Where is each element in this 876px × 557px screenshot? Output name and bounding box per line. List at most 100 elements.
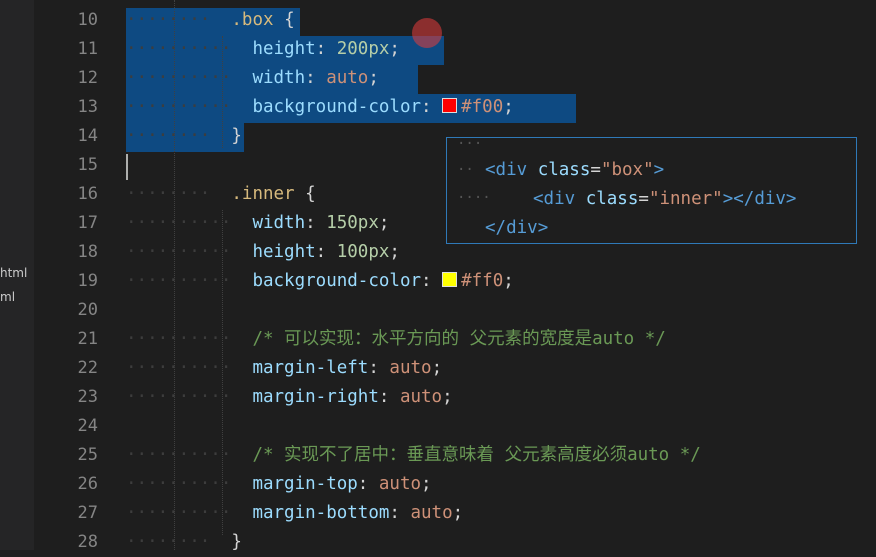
attr-name: class [537, 160, 591, 180]
semicolon: ; [389, 39, 400, 59]
code-line-18[interactable]: ·········· height: 100px; [126, 238, 400, 267]
code-comment: /* 实现不了居中：垂直意味着 父元素高度必须auto */ [252, 445, 701, 465]
css-property: margin-right [252, 387, 379, 407]
line-number: 12 [77, 68, 98, 88]
css-value: auto [326, 68, 369, 88]
css-value: 200px [336, 39, 390, 59]
popup-line-3: </div> [485, 214, 548, 243]
css-value: auto [399, 387, 443, 407]
color-swatch-red-icon[interactable] [442, 98, 458, 113]
line-number: 11 [77, 39, 98, 59]
tag-bracket: </ [485, 218, 507, 238]
semicolon: ; [503, 97, 514, 117]
tag-bracket: > [537, 218, 549, 238]
line-number: 14 [77, 126, 98, 146]
css-property: background-color [252, 271, 422, 291]
tag-name: div [543, 189, 576, 209]
sidebar-file-item[interactable]: ml [0, 290, 15, 304]
css-property: width [252, 68, 306, 88]
css-value: #f00 [461, 97, 504, 117]
css-property: height [252, 242, 316, 262]
tag-bracket: > [653, 160, 665, 180]
tag-bracket: > [785, 189, 797, 209]
line-number: 23 [77, 387, 98, 407]
attr-value: "inner" [648, 189, 723, 209]
code-line-11[interactable]: ·········· height: 200px; [126, 35, 400, 64]
semicolon: ; [503, 271, 514, 291]
colon: : [378, 387, 400, 407]
css-property: margin-left [252, 358, 369, 378]
colon: : [315, 242, 337, 262]
tag-name: div [506, 218, 538, 238]
code-comment: /* 可以实现：水平方向的 父元素的宽度是auto */ [252, 329, 666, 349]
attr-equals: = [590, 160, 601, 180]
css-value: 150px [326, 213, 379, 233]
colon: : [421, 271, 443, 291]
line-number: 27 [77, 503, 98, 523]
css-property: margin-bottom [252, 503, 390, 523]
colon: : [389, 503, 411, 523]
colon: : [305, 68, 327, 88]
line-number: 13 [77, 97, 98, 117]
html-preview-popup: <div class="box"> <div class="inner"></d… [446, 136, 857, 244]
code-line-17[interactable]: ·········· width: 150px; [126, 209, 389, 238]
css-selector: .inner [231, 184, 295, 204]
code-line-21[interactable]: ·········· /* 可以实现：水平方向的 父元素的宽度是auto */ [126, 325, 666, 354]
semicolon: ; [368, 68, 379, 88]
colon: : [368, 358, 390, 378]
tag-bracket: < [533, 189, 544, 209]
popup-line-2: <div class="inner"></div> [533, 185, 796, 214]
line-number: 28 [77, 532, 98, 552]
semicolon: ; [421, 474, 432, 494]
explorer-sidebar: html ml [0, 0, 34, 550]
popup-dots: ·· [457, 162, 474, 178]
code-line-13[interactable]: ·········· background-color: #f00; [126, 93, 514, 122]
attr-name: class [585, 189, 639, 209]
css-value: #ff0 [461, 271, 504, 291]
attr-value: "box" [600, 160, 654, 180]
line-number: 21 [77, 329, 98, 349]
line-number: 19 [77, 271, 98, 291]
code-line-28[interactable]: ········ } [126, 528, 242, 557]
line-number: 10 [77, 10, 98, 30]
code-line-26[interactable]: ·········· margin-top: auto; [126, 470, 432, 499]
code-line-19[interactable]: ·········· background-color: #ff0; [126, 267, 514, 296]
color-swatch-yellow-icon[interactable] [442, 272, 458, 287]
code-line-27[interactable]: ·········· margin-bottom: auto; [126, 499, 463, 528]
colon: : [315, 39, 337, 59]
tag-bracket: ></ [722, 189, 755, 209]
code-line-12[interactable]: ·········· width: auto; [126, 64, 379, 93]
semicolon: ; [452, 503, 464, 523]
popup-dots: ···· [457, 190, 491, 206]
sidebar-file-item[interactable]: html [0, 266, 27, 280]
closing-brace: } [231, 532, 242, 552]
css-value: 100px [336, 242, 390, 262]
line-number: 24 [77, 416, 98, 436]
line-number: 18 [77, 242, 98, 262]
code-line-14[interactable]: ········ } [126, 122, 242, 151]
line-number: 22 [77, 358, 98, 378]
line-number: 26 [77, 474, 98, 494]
line-number: 17 [77, 213, 98, 233]
line-number: 15 [77, 155, 98, 175]
css-property: background-color [252, 97, 422, 117]
line-number: 20 [77, 300, 98, 320]
semicolon: ; [378, 213, 390, 233]
code-line-16[interactable]: ········ .inner { [126, 180, 316, 209]
colon: : [305, 213, 327, 233]
code-line-22[interactable]: ·········· margin-left: auto; [126, 354, 442, 383]
popup-dots: ··· [457, 136, 483, 152]
text-cursor [126, 154, 128, 180]
code-line-25[interactable]: ·········· /* 实现不了居中：垂直意味着 父元素高度必须auto *… [126, 441, 701, 470]
brace: { [273, 10, 295, 30]
colon: : [357, 474, 379, 494]
mouse-pointer-highlight [412, 18, 442, 48]
tag-bracket: < [485, 160, 496, 180]
css-value: auto [389, 358, 432, 378]
code-line-23[interactable]: ·········· margin-right: auto; [126, 383, 453, 412]
line-number: 16 [77, 184, 98, 204]
css-property: margin-top [252, 474, 358, 494]
tag-name: div [495, 160, 528, 180]
code-line-10[interactable]: ········ .box { [126, 6, 295, 35]
brace: { [294, 184, 316, 204]
